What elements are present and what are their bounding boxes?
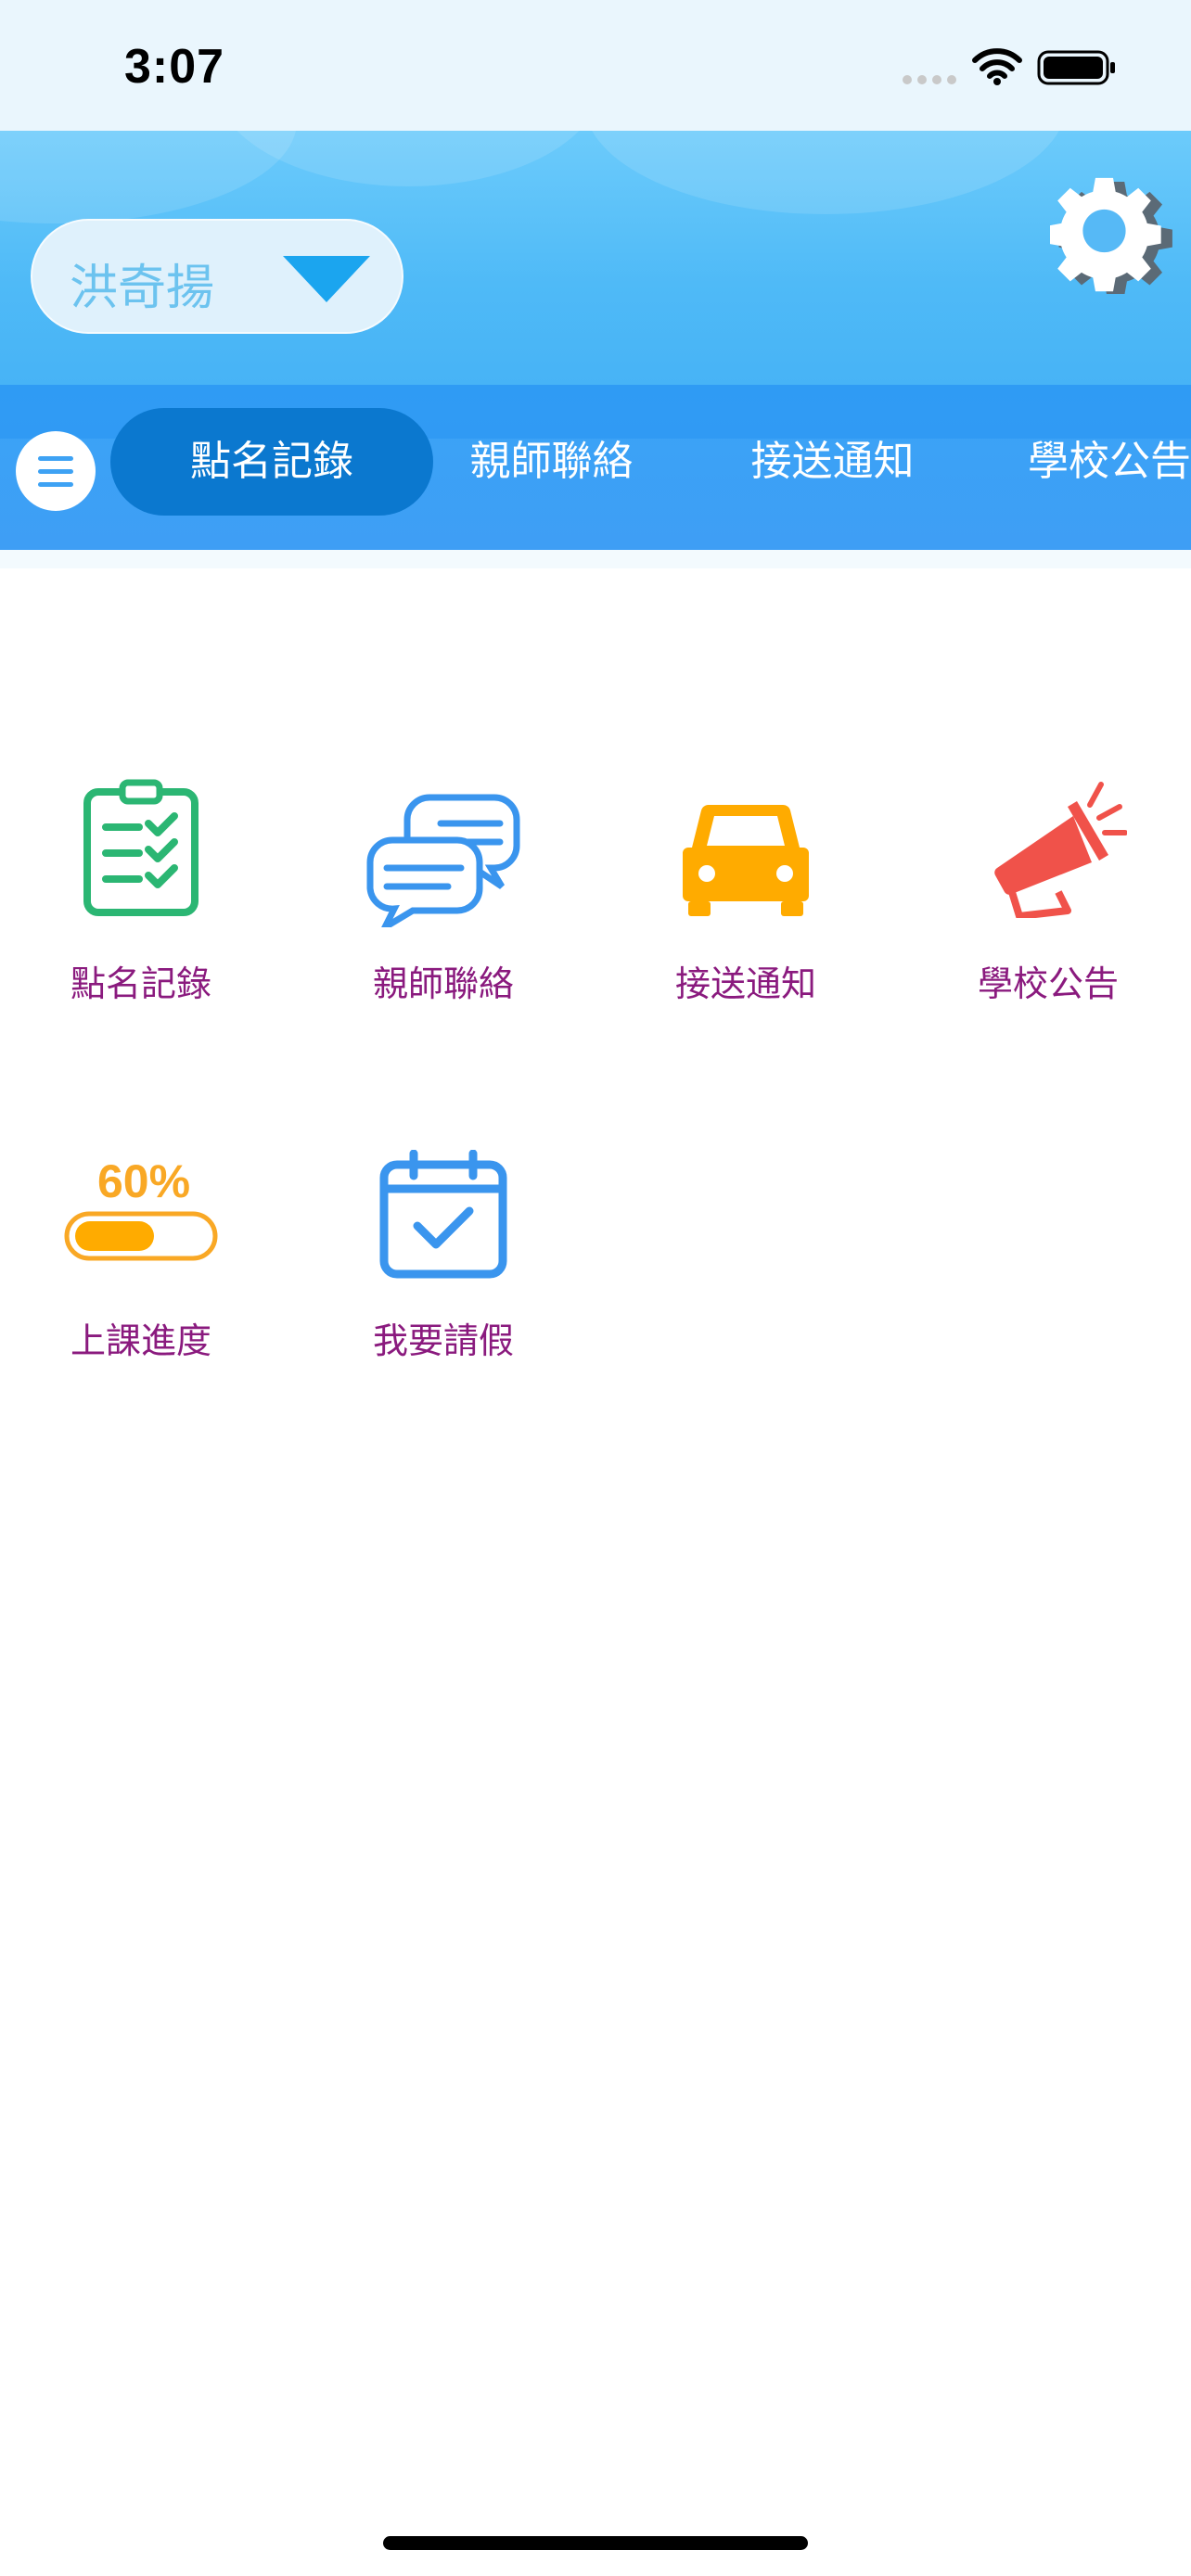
student-name: 洪奇揚	[70, 261, 215, 316]
home-indicator[interactable]	[383, 2536, 808, 2550]
feature-parent-teacher[interactable]: 親師聯絡	[309, 770, 578, 1048]
header: 洪奇揚	[0, 131, 1191, 385]
menu-button[interactable]	[16, 431, 96, 511]
tab-announcements[interactable]: 學校公告	[995, 408, 1191, 516]
progress-bar-icon	[64, 1211, 218, 1261]
feature-label: 親師聯絡	[372, 963, 514, 1004]
feature-label: 我要請假	[372, 1320, 514, 1361]
attendance-clipboard-icon	[83, 779, 198, 916]
dropdown-arrow-icon	[283, 256, 370, 302]
tab-bar: 點名記錄 親師聯絡 接送通知 學校公告	[0, 385, 1191, 550]
feature-leave-request[interactable]: 我要請假	[309, 1127, 578, 1405]
feature-announcements[interactable]: 學校公告	[914, 770, 1183, 1048]
progress-percent: 60%	[96, 1155, 191, 1207]
megaphone-icon	[994, 782, 1127, 918]
chat-bubbles-icon	[366, 794, 520, 927]
tab-pickup[interactable]: 接送通知	[714, 408, 951, 516]
settings-gear-icon[interactable]	[1050, 168, 1176, 294]
feature-pickup[interactable]: 接送通知	[611, 770, 880, 1048]
feature-attendance[interactable]: 點名記錄	[6, 770, 275, 1048]
feature-label: 接送通知	[674, 963, 816, 1004]
hamburger-icon	[38, 456, 73, 461]
header-cloud	[584, 131, 1067, 214]
status-bar: 3:07	[0, 0, 1191, 131]
feature-class-progress[interactable]: 60% 上課進度	[6, 1127, 275, 1405]
hamburger-icon	[38, 469, 73, 474]
hamburger-icon	[38, 482, 73, 487]
divider-strip	[0, 550, 1191, 568]
student-select[interactable]: 洪奇揚	[31, 219, 403, 334]
wifi-icon	[972, 48, 1022, 85]
header-cloud	[0, 131, 297, 223]
car-icon	[683, 804, 809, 916]
status-time: 3:07	[124, 40, 225, 94]
cellular-signal-icon	[903, 75, 956, 84]
calendar-check-icon	[379, 1150, 507, 1279]
tab-parent-teacher[interactable]: 親師聯絡	[433, 408, 670, 516]
battery-icon	[1037, 50, 1115, 85]
feature-label: 點名記錄	[70, 963, 211, 1004]
feature-label: 上課進度	[70, 1320, 211, 1361]
feature-label: 學校公告	[977, 963, 1119, 1004]
tab-attendance[interactable]: 點名記錄	[110, 408, 433, 516]
